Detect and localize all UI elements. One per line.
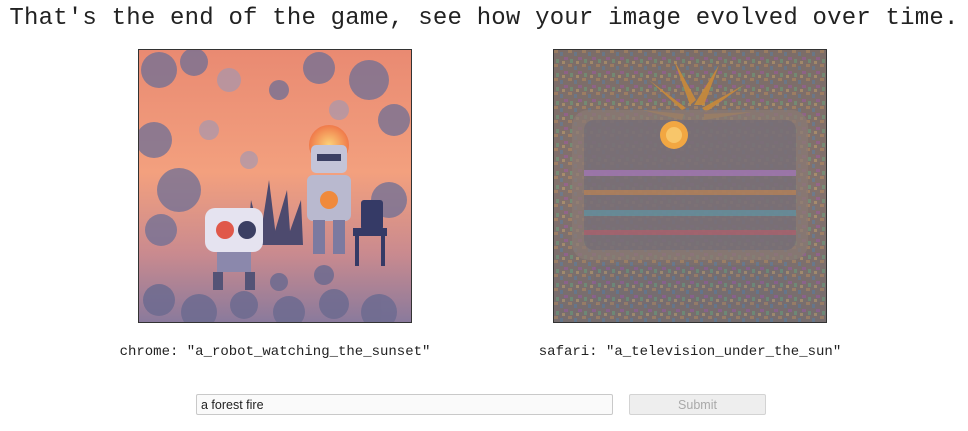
submit-button[interactable]: Submit (629, 394, 766, 415)
generated-image-safari (553, 49, 827, 323)
result-panel-chrome (138, 49, 412, 323)
caption-chrome: chrome: "a_robot_watching_the_sunset" (119, 344, 431, 360)
result-panel-safari (553, 49, 827, 323)
generated-image-chrome (138, 49, 412, 323)
game-over-headline: That's the end of the game, see how your… (9, 5, 959, 32)
television-sun-artwork (554, 50, 826, 322)
robot-sunset-artwork (139, 50, 411, 322)
prompt-input[interactable] (196, 394, 613, 415)
caption-safari: safari: "a_television_under_the_sun" (538, 344, 842, 360)
